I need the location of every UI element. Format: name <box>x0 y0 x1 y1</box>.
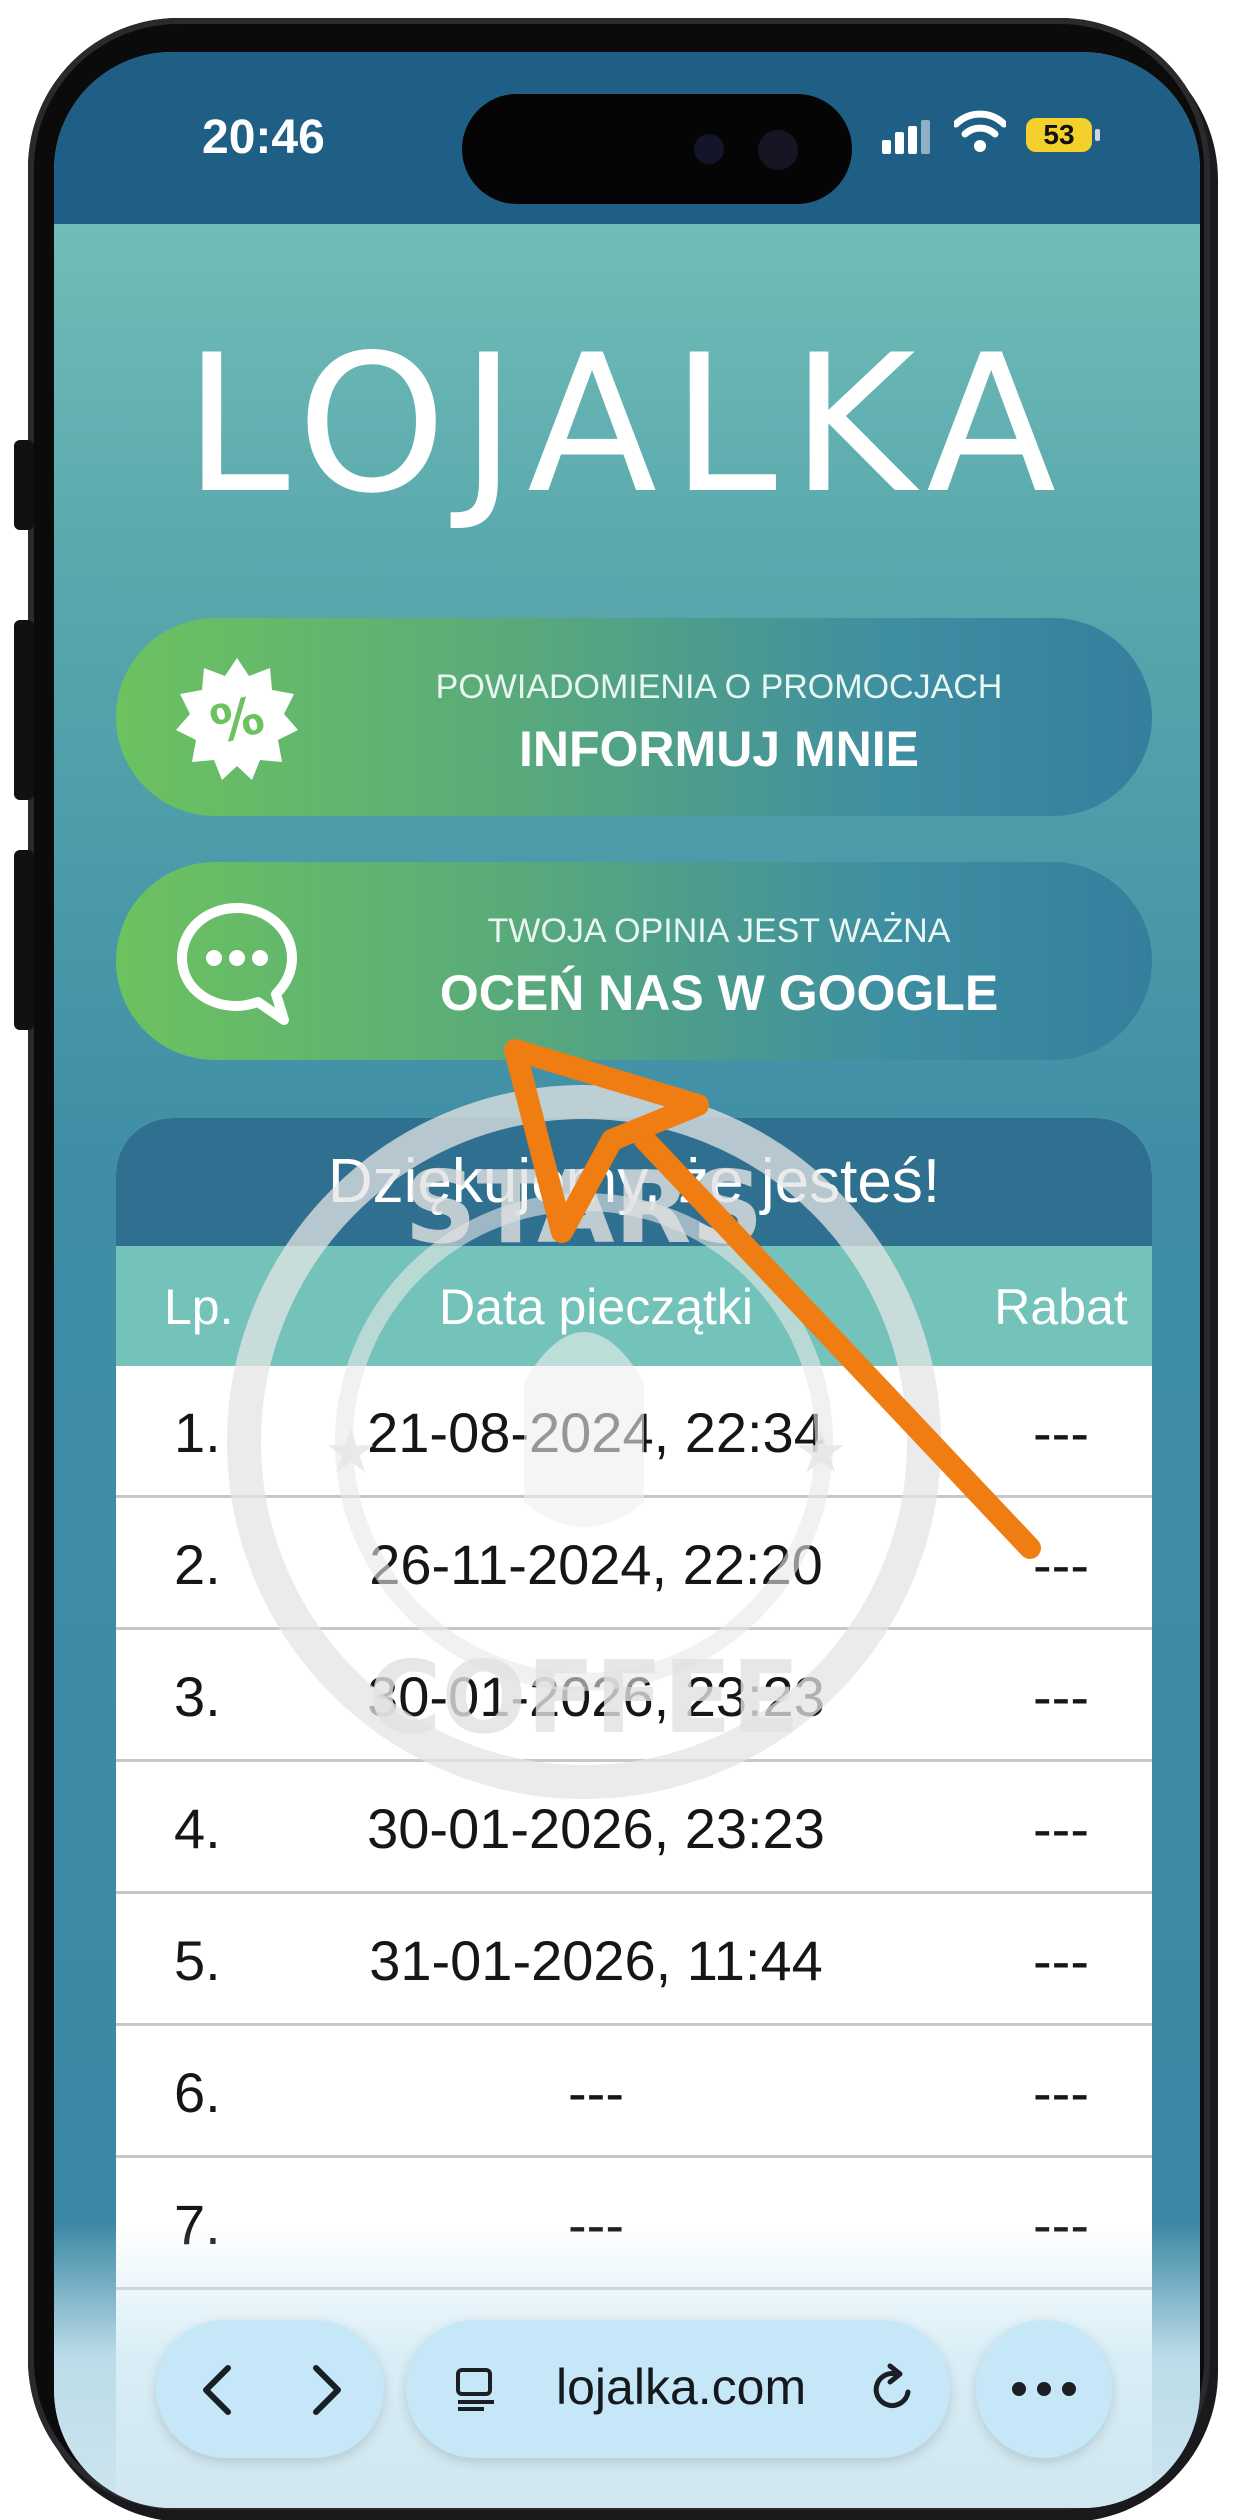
dynamic-island <box>462 94 852 204</box>
percent-badge-icon: % <box>176 658 298 780</box>
page-menu-icon[interactable] <box>454 2366 502 2412</box>
promo-title: INFORMUJ MNIE <box>519 721 919 777</box>
wifi-icon <box>954 110 1006 152</box>
row-discount: --- <box>1033 2061 1089 2124</box>
table-row: 6. --- --- <box>116 2026 1152 2158</box>
column-header-date: Data pieczątki <box>438 1279 754 1335</box>
more-button[interactable] <box>976 2320 1112 2458</box>
stamp-date: 31-01-2026, 11:44 <box>369 1929 823 1992</box>
row-discount: --- <box>1033 1929 1089 1992</box>
row-discount: --- <box>1033 1797 1089 1860</box>
column-header-lp: Lp. <box>164 1279 234 1335</box>
volume-down-button <box>14 850 34 1030</box>
rate-subtitle: TWOJA OPINIA JEST WAŻNA <box>487 912 951 950</box>
row-number: 5. <box>174 1929 221 1992</box>
volume-up-button <box>14 620 34 800</box>
screen: 20:46 53 LOJALKA % POWIADOMIENIA O PROMO… <box>54 52 1200 2508</box>
promo-subtitle: POWIADOMIENIA O PROMOCJACH <box>435 668 1003 706</box>
row-number: 1. <box>174 1401 221 1464</box>
table-row: 3. 30-01-2026, 23:23 --- <box>116 1630 1152 1762</box>
table-row: 2. 26-11-2024, 22:20 --- <box>116 1498 1152 1630</box>
back-forward-group <box>156 2320 384 2458</box>
column-header-discount: Rabat <box>994 1279 1128 1335</box>
stamp-date: 26-11-2024, 22:20 <box>369 1533 823 1596</box>
row-discount: --- <box>1033 1401 1089 1464</box>
back-icon[interactable] <box>198 2364 238 2416</box>
row-number: 4. <box>174 1797 221 1860</box>
status-bar: 20:46 53 <box>54 52 1200 224</box>
url-text: lojalka.com <box>556 2359 807 2415</box>
ellipsis-icon <box>1012 2382 1076 2396</box>
stamps-table-body: 1. 21-08-2024, 22:34 --- 2. 26-11-2024, 22:2… <box>116 1366 1152 2290</box>
table-row: 1. 21-08-2024, 22:34 --- <box>116 1366 1152 1498</box>
table-header: Lp. Data pieczątki Rabat <box>116 1246 1152 1366</box>
row-discount: --- <box>1033 1533 1089 1596</box>
table-row: 5. 31-01-2026, 11:44 --- <box>116 1894 1152 2026</box>
camera-icon <box>758 130 798 170</box>
app-logo: LOJALKA <box>183 314 1071 535</box>
row-number: 2. <box>174 1533 221 1596</box>
row-number: 6. <box>174 2061 221 2124</box>
stamp-date: 21-08-2024, 22:34 <box>367 1401 825 1464</box>
notify-promotions-button[interactable]: % POWIADOMIENIA O PROMOCJACH INFORMUJ MN… <box>116 618 1152 816</box>
row-number: 3. <box>174 1665 221 1728</box>
table-row: 4. 30-01-2026, 23:23 --- <box>116 1762 1152 1894</box>
row-discount: --- <box>1033 1665 1089 1728</box>
rate-google-button[interactable]: TWOJA OPINIA JEST WAŻNA OCEŃ NAS W GOOGL… <box>116 862 1152 1060</box>
chat-bubble-icon <box>177 903 297 1025</box>
signal-icon <box>882 120 934 154</box>
reload-icon[interactable] <box>868 2362 918 2416</box>
card-title: Dziękujemy, że jesteś! <box>116 1118 1152 1246</box>
clock: 20:46 <box>202 111 325 164</box>
stamp-date: 30-01-2026, 23:23 <box>367 1797 825 1860</box>
forward-icon[interactable] <box>306 2364 346 2416</box>
sensor-icon <box>694 134 724 164</box>
stamp-date: --- <box>568 2061 624 2124</box>
stamp-date: 30-01-2026, 23:23 <box>367 1665 825 1728</box>
address-bar[interactable]: lojalka.com <box>406 2320 950 2458</box>
action-button <box>14 440 34 530</box>
battery-indicator: 53 <box>1026 118 1100 152</box>
rate-title: OCEŃ NAS W GOOGLE <box>439 965 999 1021</box>
